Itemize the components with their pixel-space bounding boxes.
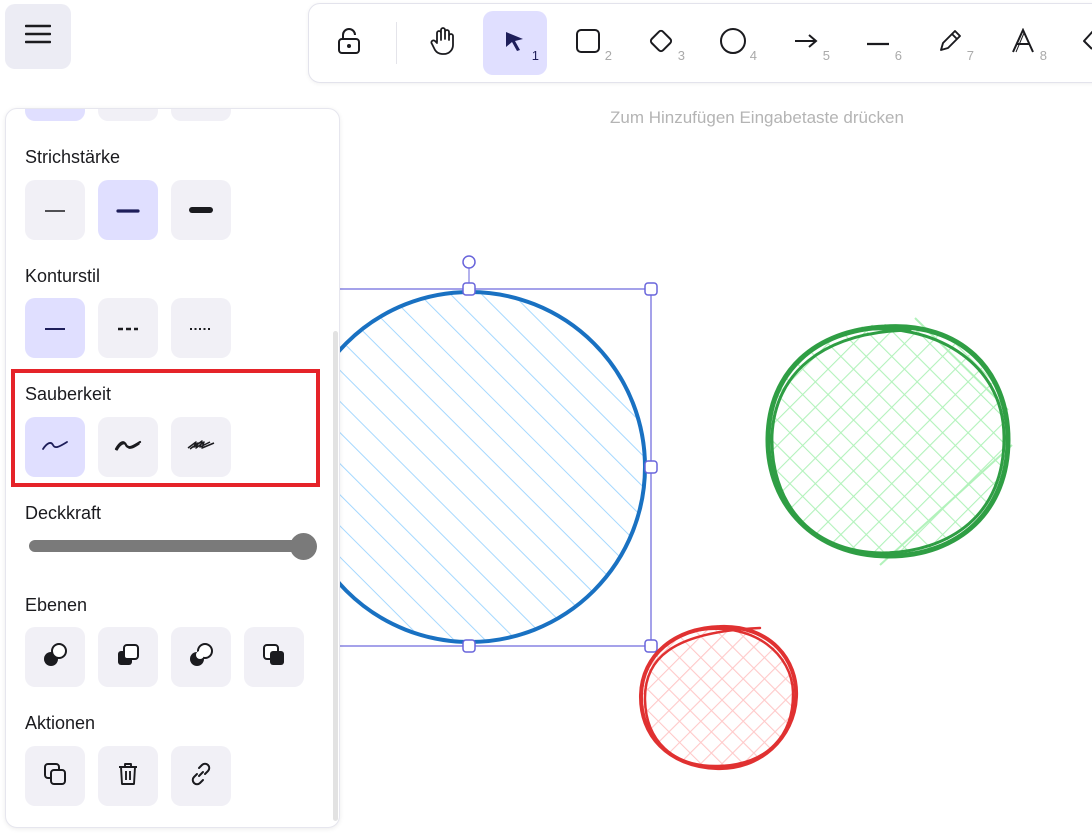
text-icon [1010,27,1036,59]
selection-arrow-icon [503,29,527,58]
tool-selection[interactable]: 1 [483,11,547,75]
dotted-line-icon [188,319,214,337]
resize-handle-bottom[interactable] [462,639,476,653]
tool-shortcut-number: 5 [822,48,830,63]
opacity-slider-track[interactable] [29,540,309,552]
tool-shortcut-number: 8 [1039,48,1047,63]
stroke-width-label: Strichstärke [25,147,121,167]
extra-bold-line-icon [189,201,213,219]
send-backward-button[interactable] [98,627,158,687]
rectangle-icon [575,28,601,59]
cut-off-option-1[interactable] [25,109,85,121]
tool-shortcut-number: 3 [677,48,685,63]
stroke-style-dotted-button[interactable] [171,298,231,358]
tool-lock[interactable] [317,11,381,75]
send-to-back-icon [42,642,68,673]
canvas-hint-text: Zum Hinzufügen Eingabetaste drücken [610,108,904,127]
tool-text[interactable]: 8 [991,11,1055,75]
cut-off-option-2[interactable] [98,109,158,121]
tool-shortcut-number: 7 [966,48,974,63]
tool-shortcut-number: 2 [604,48,612,63]
red-circle-shape[interactable] [635,622,805,772]
delete-button[interactable] [98,746,158,806]
send-backward-icon [115,642,141,673]
dashed-line-icon [116,319,140,337]
tool-eraser[interactable] [1063,11,1092,75]
resize-handle-top[interactable] [462,282,476,296]
stroke-style-label: Konturstil [25,266,101,286]
opacity-slider-thumb[interactable] [290,533,317,560]
hamburger-icon [24,23,52,50]
stroke-width-bold-button[interactable] [98,180,158,240]
stroke-style-solid-button[interactable] [25,298,85,358]
panel-scrollbar[interactable] [333,331,338,821]
toolbar-divider [396,22,397,64]
resize-handle-top-right[interactable] [644,282,658,296]
resize-handle-bottom-right[interactable] [644,639,658,653]
tool-diamond[interactable]: 3 [629,11,693,75]
blue-circle-shape[interactable] [290,290,650,650]
tool-shortcut-number: 6 [894,48,902,63]
stroke-width-extra-bold-button[interactable] [171,180,231,240]
link-icon [188,761,214,792]
tool-rectangle[interactable]: 2 [556,11,620,75]
solid-line-icon [43,319,67,337]
bring-to-front-icon [261,642,287,673]
cut-off-option-3[interactable] [171,109,231,121]
bring-to-front-button[interactable] [244,627,304,687]
line-icon [865,34,891,52]
arrow-icon [793,32,819,55]
eraser-icon [1082,28,1092,59]
stroke-style-dashed-button[interactable] [98,298,158,358]
tool-shortcut-number: 4 [749,48,757,63]
stroke-width-thin-button[interactable] [25,180,85,240]
pencil-icon [937,28,963,59]
duplicate-button[interactable] [25,746,85,806]
link-button[interactable] [171,746,231,806]
shape-toolbar: 1 2 3 4 5 6 7 8 [308,3,1092,83]
ellipse-icon [719,27,747,60]
actions-label: Aktionen [25,713,96,733]
bold-line-icon [116,201,140,219]
main-menu-button[interactable] [5,4,71,69]
trash-icon [116,761,140,792]
annotation-highlight-box [11,369,320,487]
rotation-handle[interactable] [462,255,476,269]
layers-label: Ebenen [25,595,88,615]
tool-pencil[interactable]: 7 [918,11,982,75]
bring-forward-button[interactable] [171,627,231,687]
tool-line[interactable]: 6 [846,11,910,75]
duplicate-icon [42,761,68,792]
lock-icon [336,27,362,60]
tool-hand[interactable] [411,11,475,75]
green-circle-shape[interactable] [760,315,1020,570]
tool-ellipse[interactable]: 4 [701,11,765,75]
bring-forward-icon [188,642,214,673]
hand-icon [429,26,457,61]
tool-shortcut-number: 1 [531,48,539,63]
diamond-icon [647,27,675,60]
opacity-label: Deckkraft [25,503,102,523]
resize-handle-right[interactable] [644,460,658,474]
send-to-back-button[interactable] [25,627,85,687]
tool-arrow[interactable]: 5 [774,11,838,75]
thin-line-icon [43,201,67,219]
